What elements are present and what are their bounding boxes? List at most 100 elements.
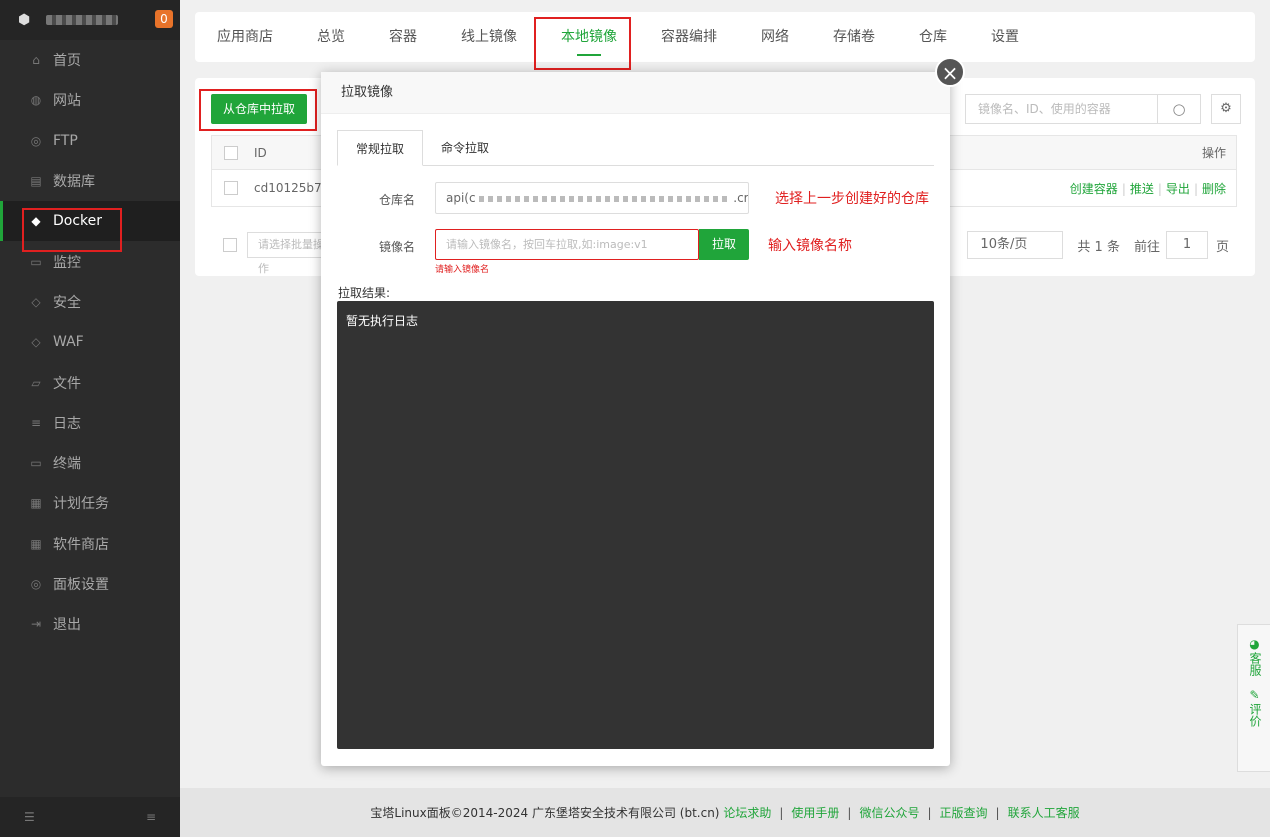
tab-1[interactable]: 总览 xyxy=(317,12,345,62)
footer-link-1[interactable]: 使用手册 xyxy=(791,804,839,821)
repo-label: 仓库名 xyxy=(378,193,415,207)
batch-checkbox[interactable] xyxy=(223,238,237,252)
tab-0[interactable]: 应用商店 xyxy=(217,12,273,62)
footer-link-3[interactable]: 正版查询 xyxy=(940,804,988,821)
tab-9[interactable]: 设置 xyxy=(991,12,1019,62)
sidebar-item-waf-shield[interactable]: ◇ WAF xyxy=(0,322,180,362)
calendar-icon: ▦ xyxy=(30,496,42,511)
collapse-icon[interactable]: ☰ xyxy=(24,810,35,824)
footer-separator: | xyxy=(847,805,852,820)
sidebar-item-label: 终端 xyxy=(53,456,81,473)
result-label: 拉取结果: xyxy=(338,286,391,300)
log-icon: ≡ xyxy=(30,415,42,430)
col-id: ID xyxy=(254,145,267,160)
feedback-label: 评价 xyxy=(1248,703,1262,727)
sidebar-item-label: 网站 xyxy=(53,93,81,110)
feedback-button[interactable]: ✎ 评价 xyxy=(1238,676,1270,727)
waf-shield-icon: ◇ xyxy=(31,335,41,350)
row-action-3[interactable]: 删除 xyxy=(1202,182,1226,196)
page-size-select[interactable]: 10条/页 xyxy=(967,231,1064,259)
sidebar-item-label: 首页 xyxy=(53,53,81,70)
tab-3[interactable]: 线上镜像 xyxy=(461,12,517,62)
folder-icon: ▱ xyxy=(31,375,41,390)
sidebar-item-log[interactable]: ≡ 日志 xyxy=(0,403,180,443)
pull-submit-button[interactable]: 拉取 xyxy=(699,229,749,260)
ops-separator: | xyxy=(1121,181,1126,196)
menu-icon[interactable]: ≡ xyxy=(146,810,156,824)
image-id: cd10125b7c xyxy=(254,181,329,195)
tab-normal-pull[interactable]: 常规拉取 xyxy=(337,130,424,166)
repo-suffix: .cr xyxy=(733,191,749,205)
select-all-checkbox[interactable] xyxy=(224,145,238,160)
customer-service-button[interactable]: ◕ 客服 xyxy=(1238,625,1270,676)
annotation-repo: 选择上一步创建好的仓库 xyxy=(775,191,929,207)
image-name-error: 请输入镜像名 xyxy=(435,265,490,275)
gear-icon[interactable]: ⚙ xyxy=(1211,94,1241,124)
sidebar: ⬢ 0 ⌂ 首页 ◍ 网站 ◎ FTP ▤ 数据库 ◆ Docker ▭ 监控 ◇ 安全 ◇ WAF ▱ 文件 ≡ 日… xyxy=(0,0,180,837)
edit-icon: ✎ xyxy=(1249,688,1260,702)
close-icon[interactable]: × xyxy=(935,57,965,87)
sidebar-item-label: 软件商店 xyxy=(53,536,109,553)
row-checkbox[interactable] xyxy=(224,181,238,195)
settings-icon: ◎ xyxy=(30,577,42,591)
tab-6[interactable]: 网络 xyxy=(761,12,789,62)
sidebar-item-calendar[interactable]: ▦ 计划任务 xyxy=(0,483,180,523)
sidebar-item-apps[interactable]: ▦ 软件商店 xyxy=(0,524,180,564)
tab-5[interactable]: 容器编排 xyxy=(661,12,717,62)
sidebar-item-logout[interactable]: ⇥ 退出 xyxy=(0,604,180,644)
footer-link-2[interactable]: 微信公众号 xyxy=(859,804,919,821)
home-icon: ⌂ xyxy=(32,53,40,68)
notification-badge[interactable]: 0 xyxy=(155,10,173,28)
sidebar-item-shield[interactable]: ◇ 安全 xyxy=(0,282,180,322)
sidebar-item-label: 监控 xyxy=(53,254,81,271)
footer-separator: | xyxy=(995,805,1000,820)
image-name-input[interactable]: 请输入镜像名，按回车拉取,如:image:v1 xyxy=(435,229,699,260)
sidebar-item-globe[interactable]: ◍ 网站 xyxy=(0,80,180,120)
annotation-image: 输入镜像名称 xyxy=(768,238,852,254)
page-total: 共 1 条 xyxy=(1077,239,1120,255)
repo-select[interactable]: api(c .cr xyxy=(435,182,749,214)
sidebar-item-database[interactable]: ▤ 数据库 xyxy=(0,161,180,201)
page-goto-label: 前往 xyxy=(1133,239,1160,255)
sidebar-item-settings[interactable]: ◎ 面板设置 xyxy=(0,564,180,604)
customer-service-label: 客服 xyxy=(1248,652,1262,676)
docker-tab-bar: 应用商店 总览 容器 线上镜像 本地镜像 容器编排 网络 存储卷 仓库 设置 xyxy=(195,12,1255,62)
footer-link-4[interactable]: 联系人工客服 xyxy=(1008,804,1080,821)
logout-icon: ⇥ xyxy=(30,617,42,632)
sidebar-item-label: 安全 xyxy=(53,294,81,311)
row-action-1[interactable]: 推送 xyxy=(1130,182,1154,196)
sidebar-item-label: 退出 xyxy=(53,617,81,634)
search-icon[interactable]: ○ xyxy=(1157,94,1201,124)
sidebar-header: ⬢ xyxy=(0,0,180,40)
highlight-box-local-images xyxy=(534,17,631,70)
col-ops: 操作 xyxy=(1201,146,1226,160)
repo-redacted xyxy=(479,195,730,202)
tab-2[interactable]: 容器 xyxy=(389,12,417,62)
row-action-2[interactable]: 导出 xyxy=(1166,182,1190,196)
tab-command-pull[interactable]: 命令拉取 xyxy=(423,130,507,166)
tab-7[interactable]: 存储卷 xyxy=(833,12,875,62)
pull-log-console[interactable]: 暂无执行日志 xyxy=(337,301,934,749)
floating-service-bar: ◕ 客服 ✎ 评价 xyxy=(1237,624,1270,772)
sidebar-item-ftp[interactable]: ◎ FTP xyxy=(0,121,180,161)
footer-link-0[interactable]: 论坛求助 xyxy=(723,804,771,821)
server-name-redacted xyxy=(46,15,118,25)
sidebar-item-folder[interactable]: ▱ 文件 xyxy=(0,362,180,402)
monitor-icon: ▭ xyxy=(30,254,42,269)
batch-select[interactable]: 请选择批量操作 xyxy=(247,232,331,275)
footer-copyright: 宝塔Linux面板©2014-2024 广东堡塔安全技术有限公司 (bt.cn) xyxy=(370,806,720,820)
sidebar-item-terminal[interactable]: ▭ 终端 xyxy=(0,443,180,483)
sidebar-item-label: 数据库 xyxy=(53,174,95,191)
sidebar-item-label: WAF xyxy=(53,334,84,351)
apps-icon: ▦ xyxy=(30,536,42,551)
page-number-input[interactable]: 1 xyxy=(1165,231,1208,259)
sidebar-item-label: 日志 xyxy=(53,415,81,432)
globe-icon: ◍ xyxy=(30,93,42,108)
row-actions: 创建容器 | 推送 | 导出 | 删除 xyxy=(1070,180,1236,197)
repo-value: api(c xyxy=(446,191,476,205)
sidebar-item-home[interactable]: ⌂ 首页 xyxy=(0,40,180,80)
row-action-0[interactable]: 创建容器 xyxy=(1070,182,1118,196)
image-name-label: 镜像名 xyxy=(378,240,415,254)
dialog-tabs: 常规拉取 命令拉取 xyxy=(337,130,934,166)
tab-8[interactable]: 仓库 xyxy=(919,12,947,62)
